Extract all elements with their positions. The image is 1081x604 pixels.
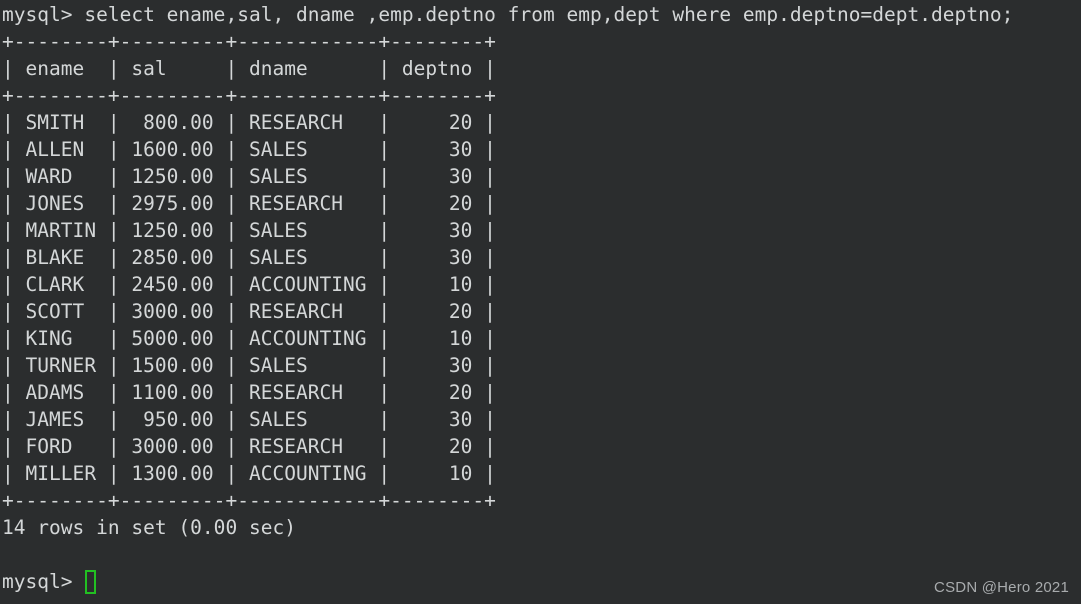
- table-row: | ALLEN | 1600.00 | SALES | 30 |: [2, 138, 496, 161]
- table-row: | CLARK | 2450.00 | ACCOUNTING | 10 |: [2, 273, 496, 296]
- table-row: | SMITH | 800.00 | RESEARCH | 20 |: [2, 111, 496, 134]
- table-header-row: | ename | sal | dname | deptno |: [2, 57, 496, 80]
- table-row: | MARTIN | 1250.00 | SALES | 30 |: [2, 219, 496, 242]
- command-line: mysql> select ename,sal, dname ,emp.dept…: [2, 3, 1014, 26]
- text-cursor: [85, 569, 97, 594]
- table-row: | MILLER | 1300.00 | ACCOUNTING | 10 |: [2, 462, 496, 485]
- table-row: | BLAKE | 2850.00 | SALES | 30 |: [2, 246, 496, 269]
- table-bottom-border: +--------+---------+------------+-------…: [2, 489, 496, 512]
- table-top-border: +--------+---------+------------+-------…: [2, 30, 496, 53]
- table-row: | ADAMS | 1100.00 | RESEARCH | 20 |: [2, 381, 496, 404]
- watermark: CSDN @Hero 2021: [934, 579, 1069, 596]
- table-row: | WARD | 1250.00 | SALES | 30 |: [2, 165, 496, 188]
- terminal-screen: mysql> select ename,sal, dname ,emp.dept…: [2, 1, 1013, 595]
- table-row: | KING | 5000.00 | ACCOUNTING | 10 |: [2, 327, 496, 350]
- table-header-separator: +--------+---------+------------+-------…: [2, 84, 496, 107]
- table-row: | SCOTT | 3000.00 | RESEARCH | 20 |: [2, 300, 496, 323]
- terminal-window[interactable]: mysql> select ename,sal, dname ,emp.dept…: [0, 0, 1081, 604]
- input-prompt-line[interactable]: mysql>: [2, 568, 1013, 595]
- result-status: 14 rows in set (0.00 sec): [2, 516, 296, 539]
- table-row: | JONES | 2975.00 | RESEARCH | 20 |: [2, 192, 496, 215]
- prompt-label: mysql>: [2, 570, 85, 593]
- table-row: | JAMES | 950.00 | SALES | 30 |: [2, 408, 496, 431]
- table-row: | FORD | 3000.00 | RESEARCH | 20 |: [2, 435, 496, 458]
- table-row: | TURNER | 1500.00 | SALES | 30 |: [2, 354, 496, 377]
